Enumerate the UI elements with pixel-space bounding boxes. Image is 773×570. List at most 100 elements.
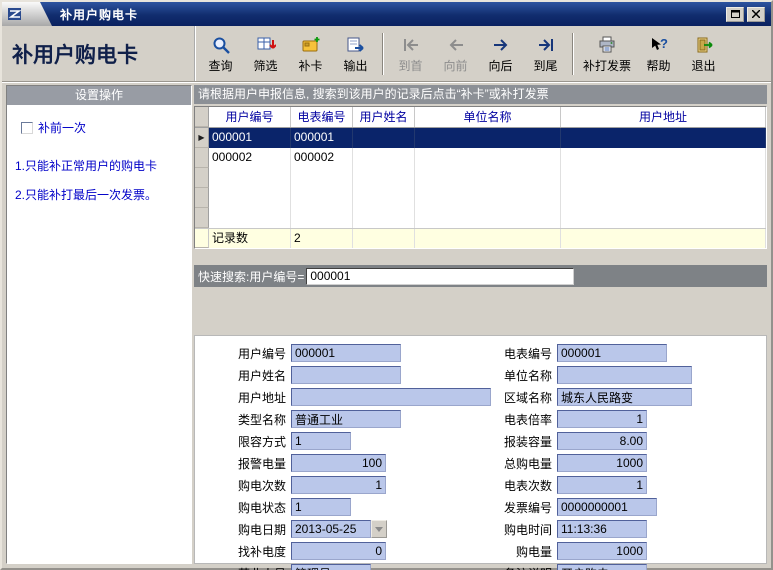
grid-cell-user-name[interactable]: [353, 128, 415, 148]
grid-cell-user-name[interactable]: [353, 148, 415, 168]
unit-name-field[interactable]: [557, 366, 692, 384]
remark-field[interactable]: [557, 564, 647, 570]
row-indicator: [195, 148, 209, 168]
purchase-times-field[interactable]: [291, 476, 386, 494]
close-button[interactable]: [747, 7, 765, 22]
user-id-field[interactable]: [291, 344, 401, 362]
grid-cell-meter-id[interactable]: 000002: [291, 148, 353, 168]
empty-grid-row: [195, 168, 766, 188]
empty-grid-row: [195, 188, 766, 208]
field-label: 找补电度: [211, 543, 291, 560]
main-panel: 请根据用户申报信息, 搜索到该用户的记录后点击“补卡”或补打发票 用户编号 电表…: [194, 85, 767, 564]
go-last-icon: [536, 34, 556, 56]
grid-cell-meter-id[interactable]: 000001: [291, 128, 353, 148]
first-record-button[interactable]: 到首: [388, 29, 433, 79]
alarm-energy-field[interactable]: [291, 454, 386, 472]
grid-cell-address[interactable]: [561, 128, 766, 148]
close-icon: [752, 10, 760, 18]
total-energy-field[interactable]: [557, 454, 647, 472]
grid-cell: [415, 229, 561, 248]
capacity-mode-field[interactable]: [291, 432, 351, 450]
field-label: 购电状态: [211, 499, 291, 516]
sidebar-note-2: 2.只能补打最后一次发票。: [15, 187, 183, 204]
grid-cell-address[interactable]: [561, 148, 766, 168]
grid-cell-unit-name[interactable]: [415, 148, 561, 168]
grid-cell: [561, 229, 766, 248]
grid-footer-row: 记录数 2: [195, 228, 766, 248]
purchase-energy-field[interactable]: [557, 542, 647, 560]
app-logo-icon: [7, 6, 23, 22]
checkbox-icon[interactable]: [21, 122, 33, 134]
exit-icon: [694, 34, 714, 56]
grid-cell: [209, 168, 291, 188]
adjust-energy-field[interactable]: [291, 542, 386, 560]
field-label: 总购电量: [477, 455, 557, 472]
region-name-field[interactable]: [557, 388, 692, 406]
help-icon: ?: [649, 34, 669, 56]
grid-cell: [353, 168, 415, 188]
operator-field[interactable]: [291, 564, 371, 570]
col-header-meter-id: 电表编号: [291, 107, 353, 127]
quick-search-input[interactable]: [306, 268, 574, 285]
meter-ratio-field[interactable]: [557, 410, 647, 428]
detail-form: 用户编号 用户姓名 用户地址 类型名称 限容方式 报警电量 购电次数 购电状态 …: [194, 335, 767, 564]
field-label: 报装容量: [477, 433, 557, 450]
maximize-button[interactable]: [726, 7, 744, 22]
quick-search-bar: 快速搜索:用户编号=: [194, 265, 767, 287]
grid-cell-user-id[interactable]: 000002: [209, 148, 291, 168]
help-label: 帮助: [646, 57, 670, 74]
user-name-field[interactable]: [291, 366, 401, 384]
search-icon: [211, 34, 231, 56]
help-button[interactable]: ? 帮助: [636, 29, 681, 79]
previous-time-checkbox-row[interactable]: 补前一次: [21, 119, 191, 136]
export-icon: [346, 34, 366, 56]
sidebar-header: 设置操作: [7, 86, 191, 105]
next-record-button[interactable]: 向后: [478, 29, 523, 79]
grid-cell: [209, 208, 291, 228]
meter-times-field[interactable]: [557, 476, 647, 494]
date-dropdown-button[interactable]: [371, 520, 387, 538]
row-indicator: [195, 168, 209, 188]
go-previous-icon: [446, 34, 466, 56]
filter-icon: [256, 34, 276, 56]
next-record-label: 向后: [488, 57, 512, 74]
installed-capacity-field[interactable]: [557, 432, 647, 450]
export-button[interactable]: 输出: [333, 29, 378, 79]
export-label: 输出: [343, 57, 367, 74]
type-name-field[interactable]: [291, 410, 401, 428]
grid-cell-user-id[interactable]: 000001: [209, 128, 291, 148]
last-record-button[interactable]: 到尾: [523, 29, 568, 79]
field-label: 单位名称: [477, 367, 557, 384]
prev-record-button[interactable]: 向前: [433, 29, 478, 79]
printer-icon: [597, 34, 617, 56]
row-indicator: [195, 208, 209, 228]
grid-cell: [561, 208, 766, 228]
user-address-field[interactable]: [291, 388, 491, 406]
reissue-card-button[interactable]: 补卡: [288, 29, 333, 79]
exit-button[interactable]: 退出: [681, 29, 726, 79]
field-label: 用户编号: [211, 345, 291, 362]
field-label: 报警电量: [211, 455, 291, 472]
table-row-selected[interactable]: ▶ 000001 000001: [195, 128, 766, 148]
grid-cell: [561, 168, 766, 188]
table-row[interactable]: 000002 000002: [195, 148, 766, 168]
grid-cell: [291, 188, 353, 208]
col-header-address: 用户地址: [561, 107, 766, 127]
query-button[interactable]: 查询: [198, 29, 243, 79]
field-label: 电表次数: [477, 477, 557, 494]
reprint-invoice-button[interactable]: 补打发票: [578, 29, 636, 79]
invoice-no-field[interactable]: [557, 498, 657, 516]
filter-button[interactable]: 筛选: [243, 29, 288, 79]
field-label: 电表倍率: [477, 411, 557, 428]
purchase-status-field[interactable]: [291, 498, 351, 516]
col-header-user-name: 用户姓名: [353, 107, 415, 127]
exit-label: 退出: [691, 57, 715, 74]
grid-header-row: 用户编号 电表编号 用户姓名 单位名称 用户地址: [195, 107, 766, 128]
meter-id-field[interactable]: [557, 344, 667, 362]
grid-cell-unit-name[interactable]: [415, 128, 561, 148]
row-indicator-header: [195, 107, 209, 127]
purchase-date-field[interactable]: [291, 520, 371, 538]
chevron-down-icon: [375, 527, 383, 532]
col-header-unit-name: 单位名称: [415, 107, 561, 127]
purchase-time-field[interactable]: [557, 520, 647, 538]
